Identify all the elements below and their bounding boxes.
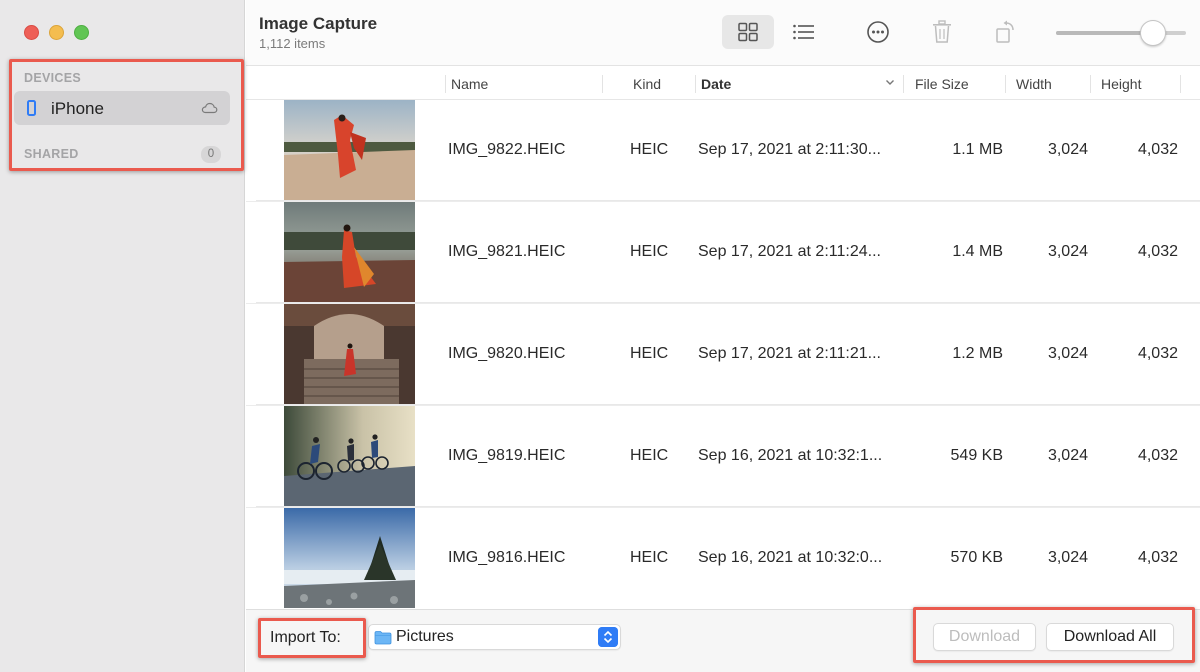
sidebar-item-label: iPhone xyxy=(51,99,104,118)
import-to-label: Import To: xyxy=(270,629,341,646)
more-options-button[interactable] xyxy=(852,15,904,49)
slider-knob[interactable] xyxy=(1139,20,1166,46)
column-header-date[interactable]: Date xyxy=(701,76,731,92)
item-count: 1,112 items xyxy=(259,36,326,51)
photo-thumbnail xyxy=(284,202,415,302)
image-width: 3,024 xyxy=(1047,141,1088,158)
download-button[interactable]: Download xyxy=(933,623,1036,651)
image-width: 3,024 xyxy=(1047,243,1088,260)
chevron-up-down-icon xyxy=(598,627,618,647)
row-divider xyxy=(256,302,1200,303)
table-row[interactable]: IMG_9820.HEIC HEIC Sep 17, 2021 at 2:11:… xyxy=(246,304,1200,406)
image-height: 4,032 xyxy=(1137,549,1178,566)
rotate-button[interactable] xyxy=(980,15,1032,49)
table-row[interactable]: IMG_9816.HEIC HEIC Sep 16, 2021 at 10:32… xyxy=(246,508,1200,608)
photo-thumbnail xyxy=(284,304,415,404)
image-width: 3,024 xyxy=(1047,549,1088,566)
file-date: Sep 17, 2021 at 2:11:30... xyxy=(698,141,881,158)
image-height: 4,032 xyxy=(1137,141,1178,158)
file-name: IMG_9821.HEIC xyxy=(448,243,566,260)
sort-descending-icon[interactable] xyxy=(885,77,895,87)
delete-button[interactable] xyxy=(916,15,968,49)
row-divider xyxy=(256,506,1200,507)
file-size: 1.2 MB xyxy=(952,345,1003,362)
sidebar-item-iphone[interactable]: iPhone xyxy=(14,91,230,125)
file-name: IMG_9819.HEIC xyxy=(448,447,566,464)
window-title: Image Capture xyxy=(259,14,378,33)
table-row[interactable]: IMG_9819.HEIC HEIC Sep 16, 2021 at 10:32… xyxy=(246,406,1200,508)
column-header-kind[interactable]: Kind xyxy=(633,76,661,92)
image-height: 4,032 xyxy=(1137,447,1178,464)
file-kind: HEIC xyxy=(630,549,669,566)
sidebar: DEVICES iPhone SHARED 0 xyxy=(0,0,245,672)
import-destination-select[interactable]: Pictures xyxy=(368,624,621,650)
list-view-button[interactable] xyxy=(778,15,830,49)
grid-view-icon xyxy=(738,22,758,42)
column-separator xyxy=(1005,75,1006,93)
import-destination-value: Pictures xyxy=(396,628,454,645)
image-width: 3,024 xyxy=(1047,345,1088,362)
table-row[interactable]: IMG_9821.HEIC HEIC Sep 17, 2021 at 2:11:… xyxy=(246,202,1200,304)
file-kind: HEIC xyxy=(630,141,669,158)
photo-list: IMG_9822.HEIC HEIC Sep 17, 2021 at 2:11:… xyxy=(246,100,1200,608)
row-divider xyxy=(256,200,1200,201)
close-window-button[interactable] xyxy=(24,25,39,40)
more-icon xyxy=(867,21,889,43)
toolbar: Image Capture 1,112 items xyxy=(246,0,1200,66)
devices-section-label: DEVICES xyxy=(24,71,81,85)
slider-fill xyxy=(1056,31,1150,35)
image-width: 3,024 xyxy=(1047,447,1088,464)
shared-section-label: SHARED xyxy=(24,147,79,161)
grid-view-button[interactable] xyxy=(722,15,774,49)
rotate-icon xyxy=(996,20,1014,43)
column-separator xyxy=(695,75,696,93)
zoom-window-button[interactable] xyxy=(74,25,89,40)
trash-icon xyxy=(933,20,951,43)
cloud-icon xyxy=(201,102,218,114)
file-kind: HEIC xyxy=(630,243,669,260)
column-separator xyxy=(445,75,446,93)
file-size: 1.4 MB xyxy=(952,243,1003,260)
file-date: Sep 16, 2021 at 10:32:1... xyxy=(698,447,883,464)
column-separator xyxy=(1180,75,1181,93)
thumbnail-size-slider[interactable] xyxy=(1056,31,1186,35)
photo-thumbnail xyxy=(284,406,415,506)
file-size: 1.1 MB xyxy=(952,141,1003,158)
file-date: Sep 17, 2021 at 2:11:21... xyxy=(698,345,881,362)
file-date: Sep 16, 2021 at 10:32:0... xyxy=(698,549,883,566)
file-size: 549 KB xyxy=(950,447,1003,464)
file-name: IMG_9822.HEIC xyxy=(448,141,566,158)
folder-icon xyxy=(374,631,392,645)
table-row[interactable]: IMG_9822.HEIC HEIC Sep 17, 2021 at 2:11:… xyxy=(246,100,1200,202)
column-separator xyxy=(602,75,603,93)
download-all-button[interactable]: Download All xyxy=(1046,623,1174,651)
bottom-bar: Import To: Pictures Download Download Al… xyxy=(246,609,1200,672)
image-height: 4,032 xyxy=(1137,345,1178,362)
list-view-icon xyxy=(793,24,814,40)
file-name: IMG_9816.HEIC xyxy=(448,549,566,566)
file-kind: HEIC xyxy=(630,447,669,464)
shared-count-badge: 0 xyxy=(201,146,221,163)
file-name: IMG_9820.HEIC xyxy=(448,345,566,362)
file-date: Sep 17, 2021 at 2:11:24... xyxy=(698,243,881,260)
photo-thumbnail xyxy=(284,508,415,608)
column-separator xyxy=(903,75,904,93)
column-header-file-size[interactable]: File Size xyxy=(915,76,969,92)
image-height: 4,032 xyxy=(1137,243,1178,260)
photo-thumbnail xyxy=(284,100,415,200)
file-kind: HEIC xyxy=(630,345,669,362)
column-separator xyxy=(1090,75,1091,93)
file-size: 570 KB xyxy=(950,549,1003,566)
column-header-name[interactable]: Name xyxy=(451,76,488,92)
iphone-icon xyxy=(27,100,36,116)
row-divider xyxy=(256,404,1200,405)
minimize-window-button[interactable] xyxy=(49,25,64,40)
table-header: Name Kind Date File Size Width Height xyxy=(246,67,1200,100)
column-header-height[interactable]: Height xyxy=(1101,76,1141,92)
column-header-width[interactable]: Width xyxy=(1016,76,1052,92)
